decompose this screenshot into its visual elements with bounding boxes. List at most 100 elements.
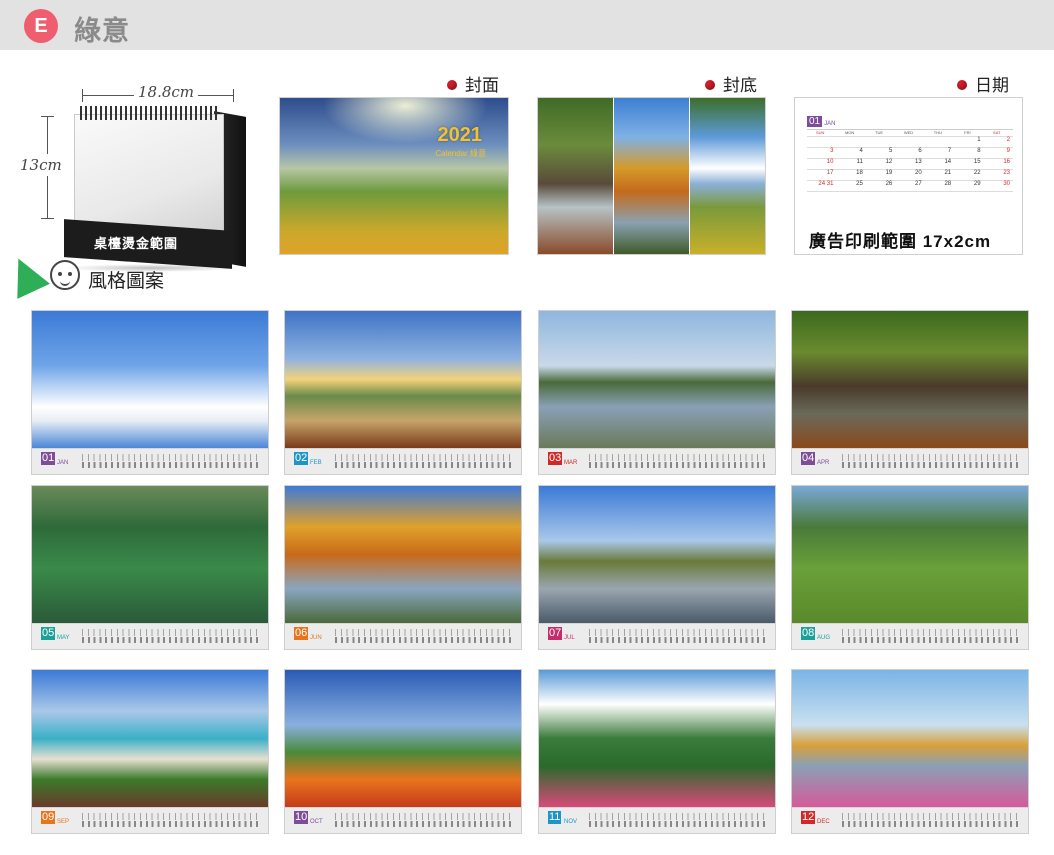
month-number: 11	[548, 811, 562, 824]
month-card-oct[interactable]: 10 OCT	[284, 669, 522, 834]
month-number: 08	[801, 627, 816, 640]
month-name: DEC	[817, 819, 830, 825]
month-photo	[32, 670, 268, 807]
mini-day-cell: 29	[954, 181, 984, 192]
date-preview[interactable]: 01 JAN SUN MON TUE WED THU FRI SAT 1 2 3 4 5 6 7 8 9 10 1…	[794, 97, 1023, 255]
face-icon	[50, 260, 80, 290]
month-card-dec[interactable]: 12 DEC	[791, 669, 1029, 834]
mini-day-cell: 9	[983, 148, 1013, 159]
back-cover-preview[interactable]	[537, 97, 766, 255]
month-number: 02	[294, 452, 309, 465]
month-name: MAY	[57, 635, 70, 641]
month-photo	[539, 311, 775, 448]
date-row	[842, 821, 1020, 827]
date-row	[335, 462, 513, 468]
month-number: 06	[294, 627, 309, 640]
month-card-feb[interactable]: 02 FEB	[284, 310, 522, 475]
mini-weekday-header: TUE	[865, 130, 896, 137]
mini-day-cell: 26	[865, 181, 896, 192]
desk-calendar-mockup: 桌檯燙金範圍	[64, 104, 254, 274]
month-number: 05	[41, 627, 56, 640]
month-photo	[539, 486, 775, 623]
month-card-jul[interactable]: 07 JUL	[538, 485, 776, 650]
back-label: 封底	[723, 76, 757, 95]
date-heading: 日期	[957, 71, 1009, 96]
month-photo	[792, 486, 1028, 623]
month-card-aug[interactable]: 08 AUG	[791, 485, 1029, 650]
month-photo	[285, 311, 521, 448]
month-number: 10	[294, 811, 309, 824]
mini-day-cell: 28	[924, 181, 955, 192]
style-badge: E	[24, 9, 58, 43]
style-title: 綠意	[74, 16, 130, 46]
mini-weekday-header: THU	[924, 130, 955, 137]
cover-year: 2021	[437, 124, 483, 146]
red-dot-icon	[705, 80, 715, 90]
date-row	[82, 821, 260, 827]
mini-day-cell: 30	[983, 181, 1013, 192]
mini-day-cell: 7	[924, 148, 955, 159]
back-photo-autumn	[614, 98, 689, 254]
cover-heading: 封面	[447, 71, 499, 96]
month-card-may[interactable]: 05 MAY	[31, 485, 269, 650]
mini-month-number: 01	[807, 116, 823, 127]
month-card-mar[interactable]: 03 MAR	[538, 310, 776, 475]
month-card-jun[interactable]: 06 JUN	[284, 485, 522, 650]
back-photo-meadow	[690, 98, 765, 254]
mini-day-cell: 15	[954, 159, 984, 170]
mini-weekday-header: MON	[836, 130, 866, 137]
month-card-apr[interactable]: 04 APR	[791, 310, 1029, 475]
month-number: 03	[548, 452, 563, 465]
month-card-nov[interactable]: 11 NOV	[538, 669, 776, 834]
mini-day-cell	[865, 137, 896, 148]
catalog-page: { "header": { "badge": "E", "title": "綠意…	[0, 0, 1054, 855]
mini-weekday-header: SAT	[983, 130, 1013, 137]
date-label: 日期	[975, 76, 1009, 95]
mini-day-cell: 17	[807, 170, 837, 181]
mini-weekday-header: FRI	[954, 130, 984, 137]
month-name: NOV	[564, 819, 578, 825]
month-number: 07	[548, 627, 563, 640]
mini-day-cell: 5	[865, 148, 896, 159]
desk-base-text: 桌檯燙金範圍	[94, 236, 179, 251]
cover-subtitle: Calendar 綠意	[435, 149, 486, 158]
date-row	[82, 462, 260, 468]
month-photo	[32, 486, 268, 623]
cover-label: 封面	[465, 76, 499, 95]
mini-day-cell	[895, 137, 925, 148]
date-row	[335, 637, 513, 643]
cover-photo	[280, 98, 508, 254]
date-row	[589, 462, 767, 468]
mini-day-cell: 1	[954, 137, 984, 148]
mini-day-cell	[924, 137, 955, 148]
month-number: 12	[801, 811, 816, 824]
month-photo	[285, 486, 521, 623]
mini-day-cell	[807, 137, 837, 148]
red-dot-icon	[957, 80, 967, 90]
back-photo-stream	[538, 98, 613, 254]
month-card-jan[interactable]: 01 JAN	[31, 310, 269, 475]
width-dimension-label: 18.8cm	[134, 83, 199, 101]
month-card-sep[interactable]: 09 SEP	[31, 669, 269, 834]
style-label: 風格圖案	[88, 271, 165, 292]
mini-day-cell: 12	[865, 159, 896, 170]
mini-day-cell	[836, 137, 866, 148]
mini-day-cell: 14	[924, 159, 955, 170]
month-photo	[792, 670, 1028, 807]
green-triangle-icon	[2, 251, 50, 299]
mini-day-cell: 20	[895, 170, 925, 181]
mini-day-cell: 3	[807, 148, 837, 159]
height-dimension-label: 13cm	[20, 154, 62, 176]
mini-month-name: JAN	[824, 121, 836, 127]
month-name: APR	[817, 460, 830, 466]
month-name: JUN	[310, 635, 322, 641]
month-photo	[32, 311, 268, 448]
month-name: FEB	[310, 460, 322, 466]
mini-day-cell: 24 31	[807, 181, 837, 192]
month-number: 09	[41, 811, 56, 824]
month-name: OCT	[310, 819, 323, 825]
cover-preview[interactable]: 2021 Calendar 綠意	[279, 97, 509, 255]
style-heading: 風格圖案	[2, 251, 188, 299]
month-photo	[792, 311, 1028, 448]
date-row	[842, 462, 1020, 468]
